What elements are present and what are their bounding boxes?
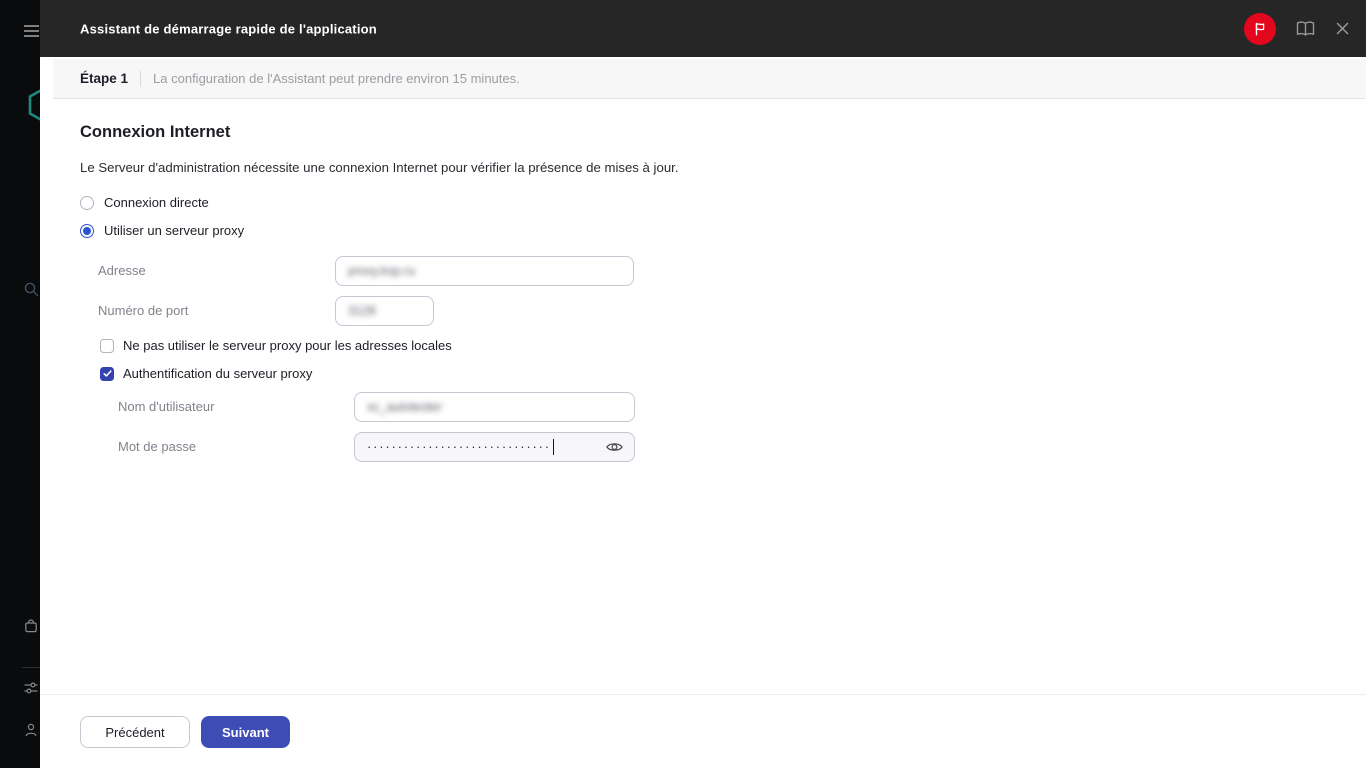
- app-sidebar: [0, 0, 40, 768]
- page-title: Connexion Internet: [80, 123, 231, 141]
- header-actions: [1244, 0, 1350, 57]
- password-input[interactable]: ······························: [354, 432, 635, 462]
- radio-direct-connection[interactable]: Connexion directe: [80, 195, 209, 210]
- port-label: Numéro de port: [98, 303, 189, 318]
- kaspersky-logo-icon: [28, 89, 40, 121]
- checkbox-icon-unchecked[interactable]: [100, 338, 114, 353]
- password-label: Mot de passe: [118, 439, 197, 454]
- address-input[interactable]: proxy.ksp.ru: [335, 256, 634, 286]
- radio-label[interactable]: Connexion directe: [104, 195, 209, 210]
- checkbox-bypass-local[interactable]: Ne pas utiliser le serveur proxy pour le…: [100, 338, 452, 353]
- checkbox-icon-checked[interactable]: [100, 366, 114, 381]
- radio-icon[interactable]: [80, 195, 94, 210]
- previous-button[interactable]: Précédent: [80, 716, 190, 748]
- username-input[interactable]: sc_autotester: [354, 392, 635, 422]
- step-label: Étape 1: [80, 71, 129, 86]
- step-description: La configuration de l'Assistant peut pre…: [153, 71, 520, 86]
- whats-new-flag-icon[interactable]: [1244, 12, 1276, 45]
- checkbox-label[interactable]: Authentification du serveur proxy: [123, 366, 312, 381]
- step-bar: Étape 1 La configuration de l'Assistant …: [53, 59, 1366, 99]
- menu-icon[interactable]: [24, 25, 39, 37]
- address-value: proxy.ksp.ru: [348, 264, 416, 278]
- account-person-icon[interactable]: [23, 722, 39, 738]
- show-password-eye-icon[interactable]: [605, 438, 624, 457]
- port-value: 3128: [348, 304, 376, 318]
- settings-sliders-icon[interactable]: [23, 680, 39, 696]
- search-icon[interactable]: [23, 281, 39, 297]
- step-bar-divider: [140, 70, 142, 87]
- password-masked-value: ······························: [367, 438, 551, 454]
- footer-divider: [40, 694, 1366, 695]
- port-input[interactable]: 3128: [335, 296, 434, 326]
- checkbox-label[interactable]: Ne pas utiliser le serveur proxy pour le…: [123, 338, 452, 353]
- radio-icon-selected[interactable]: [80, 223, 94, 238]
- close-icon[interactable]: [1335, 21, 1350, 36]
- next-button[interactable]: Suivant: [201, 716, 290, 748]
- radio-label[interactable]: Utiliser un serveur proxy: [104, 223, 244, 238]
- page-description: Le Serveur d'administration nécessite un…: [80, 160, 679, 175]
- radio-use-proxy[interactable]: Utiliser un serveur proxy: [80, 223, 244, 238]
- text-caret: [552, 439, 555, 455]
- wizard-header: Assistant de démarrage rapide de l'appli…: [40, 0, 1366, 57]
- checkbox-proxy-auth[interactable]: Authentification du serveur proxy: [100, 366, 312, 381]
- wizard-title: Assistant de démarrage rapide de l'appli…: [80, 21, 377, 36]
- help-book-icon[interactable]: [1295, 20, 1316, 38]
- wizard-panel: Étape 1 La configuration de l'Assistant …: [40, 57, 1366, 768]
- sidebar-divider: [22, 667, 40, 668]
- address-label: Adresse: [98, 263, 146, 278]
- marketplace-bag-icon[interactable]: [23, 618, 39, 634]
- username-value: sc_autotester: [367, 400, 443, 414]
- username-label: Nom d'utilisateur: [118, 399, 215, 414]
